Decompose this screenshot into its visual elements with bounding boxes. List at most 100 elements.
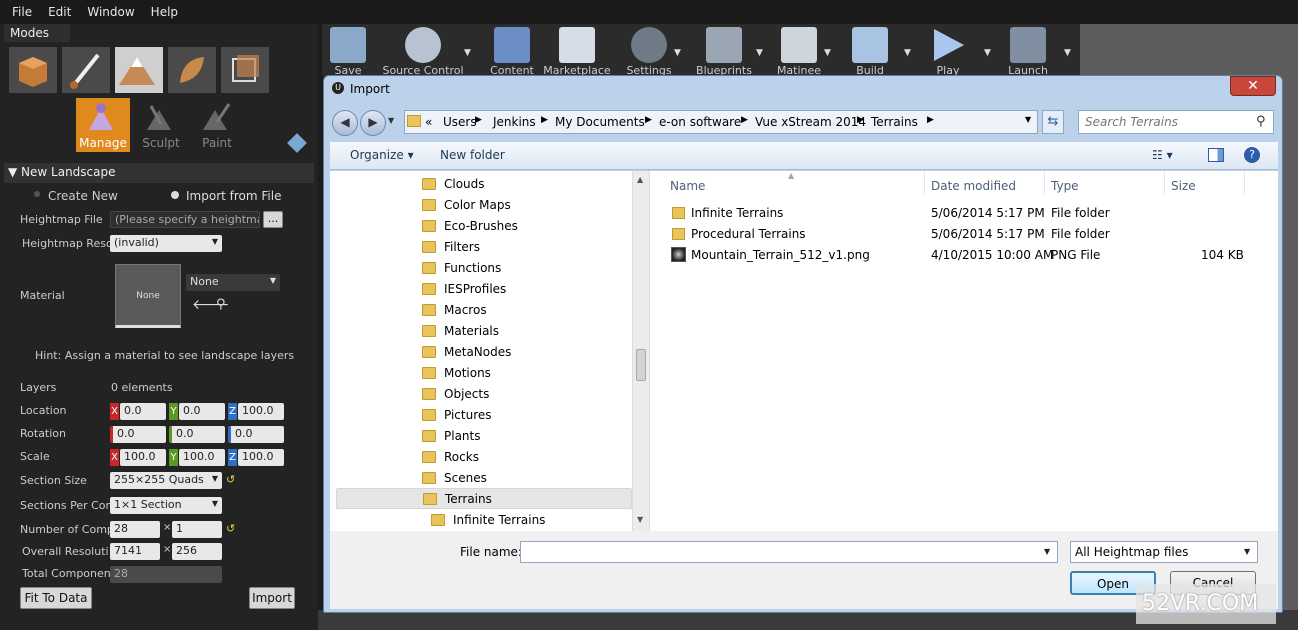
- back-button[interactable]: ◀: [332, 110, 358, 136]
- breadcrumb-jenkins[interactable]: Jenkins: [493, 115, 536, 129]
- navigation-scrollbar[interactable]: ▲ ▼: [632, 171, 649, 531]
- breadcrumb-separator[interactable]: ▶: [475, 115, 482, 125]
- nav-item-clouds[interactable]: Clouds: [422, 173, 485, 194]
- rotation-roll-input[interactable]: 0.0: [110, 426, 166, 443]
- geometry-mode-button[interactable]: [220, 46, 270, 94]
- content-button[interactable]: Content: [484, 24, 540, 77]
- place-mode-button[interactable]: [8, 46, 58, 94]
- nav-item-filters[interactable]: Filters: [422, 236, 480, 257]
- refresh-button[interactable]: ⇆: [1042, 110, 1064, 134]
- breadcrumb-separator[interactable]: ▶: [645, 115, 652, 125]
- new-folder-button[interactable]: New folder: [440, 148, 505, 162]
- breadcrumb-eon-software[interactable]: e-on software: [659, 115, 741, 129]
- modes-tab[interactable]: Modes: [4, 24, 70, 42]
- material-thumbnail[interactable]: None: [115, 264, 181, 328]
- file-type-dropdown-icon[interactable]: ▼: [1244, 547, 1250, 556]
- matinee-button[interactable]: Matinee: [772, 24, 826, 77]
- nav-item-rocks[interactable]: Rocks: [422, 446, 479, 467]
- scale-y-input[interactable]: 100.0: [179, 449, 225, 466]
- column-size[interactable]: Size: [1171, 179, 1196, 193]
- browse-search-icon[interactable]: ⚲: [216, 297, 226, 312]
- file-type-select[interactable]: All Heightmap files: [1070, 541, 1258, 563]
- nav-item-terrains[interactable]: Terrains: [336, 488, 632, 509]
- breadcrumb-my-documents[interactable]: My Documents: [555, 115, 645, 129]
- breadcrumb-separator[interactable]: ▶: [927, 115, 934, 125]
- launch-button[interactable]: Launch: [1002, 24, 1054, 77]
- nav-item-eco-brushes[interactable]: Eco-Brushes: [422, 215, 518, 236]
- nav-item-color-maps[interactable]: Color Maps: [422, 194, 511, 215]
- scroll-up-icon[interactable]: ▲: [637, 175, 643, 184]
- location-z-input[interactable]: 100.0: [238, 403, 284, 420]
- nav-item-motions[interactable]: Motions: [422, 362, 491, 383]
- breadcrumb-separator[interactable]: ▶: [857, 115, 864, 125]
- save-button[interactable]: Save: [326, 24, 370, 77]
- play-arrow-icon[interactable]: ▼: [984, 48, 991, 58]
- location-x-input[interactable]: 0.0: [120, 403, 166, 420]
- close-button[interactable]: ✕: [1230, 76, 1276, 96]
- file-row[interactable]: Procedural Terrains 5/06/2014 5:17 PM Fi…: [664, 224, 1264, 245]
- forward-button[interactable]: ▶: [360, 110, 386, 136]
- heightmap-file-input[interactable]: (Please specify a heightmap: [110, 211, 260, 228]
- breadcrumb-separator[interactable]: ▶: [541, 115, 548, 125]
- new-landscape-header[interactable]: ▼ New Landscape: [4, 163, 314, 183]
- preview-pane-icon[interactable]: [1208, 148, 1224, 162]
- rotation-pitch-input[interactable]: 0.0: [169, 426, 225, 443]
- blueprints-arrow-icon[interactable]: ▼: [756, 48, 763, 58]
- address-bar[interactable]: « Users ▶ Jenkins ▶ My Documents ▶ e-on …: [404, 110, 1038, 134]
- launch-arrow-icon[interactable]: ▼: [1064, 48, 1071, 58]
- menu-edit[interactable]: Edit: [40, 5, 79, 19]
- nav-item-objects[interactable]: Objects: [422, 383, 489, 404]
- column-divider[interactable]: [1164, 171, 1165, 195]
- menu-help[interactable]: Help: [143, 5, 186, 19]
- nav-item-scenes[interactable]: Scenes: [422, 467, 487, 488]
- build-button[interactable]: Build: [844, 24, 896, 77]
- menu-file[interactable]: File: [4, 5, 40, 19]
- scale-z-input[interactable]: 100.0: [238, 449, 284, 466]
- num-comp-y-input[interactable]: 1: [172, 521, 222, 538]
- nav-item-materials[interactable]: Materials: [422, 320, 499, 341]
- nav-item-metanodes[interactable]: MetaNodes: [422, 341, 511, 362]
- import-button[interactable]: Import: [249, 587, 295, 609]
- sections-per-dropdown[interactable]: 1×1 Section: [110, 497, 222, 514]
- source-control-arrow-icon[interactable]: ▼: [464, 48, 471, 58]
- scale-x-input[interactable]: 100.0: [120, 449, 166, 466]
- heightmap-browse-button[interactable]: ...: [263, 211, 283, 228]
- fit-to-data-button[interactable]: Fit To Data: [20, 587, 92, 609]
- breadcrumb-terrains[interactable]: Terrains: [871, 115, 918, 129]
- num-comp-x-input[interactable]: 28: [110, 521, 160, 538]
- nav-item-macros[interactable]: Macros: [422, 299, 487, 320]
- settings-button[interactable]: Settings: [620, 24, 678, 77]
- location-y-input[interactable]: 0.0: [179, 403, 225, 420]
- manage-tool[interactable]: Manage: [76, 98, 130, 152]
- nav-item-functions[interactable]: Functions: [422, 257, 501, 278]
- matinee-arrow-icon[interactable]: ▼: [824, 48, 831, 58]
- breadcrumb-separator[interactable]: ▶: [741, 115, 748, 125]
- settings-arrow-icon[interactable]: ▼: [674, 48, 681, 58]
- overall-res-y-input[interactable]: 256: [172, 543, 222, 560]
- paint-mode-button[interactable]: [61, 46, 111, 94]
- heightmap-res-dropdown[interactable]: (invalid): [110, 235, 222, 252]
- nav-item-plants[interactable]: Plants: [422, 425, 481, 446]
- scroll-down-icon[interactable]: ▼: [637, 515, 643, 524]
- address-dropdown-icon[interactable]: ▼: [1025, 115, 1031, 124]
- blueprints-button[interactable]: Blueprints: [692, 24, 756, 77]
- breadcrumb-vue-xstream[interactable]: Vue xStream 2014: [755, 115, 866, 129]
- breadcrumb-users[interactable]: Users: [443, 115, 477, 129]
- landscape-mode-button[interactable]: [114, 46, 164, 94]
- marketplace-button[interactable]: Marketplace: [542, 24, 612, 77]
- sculpt-tool[interactable]: Sculpt: [134, 98, 188, 152]
- create-new-radio[interactable]: [34, 191, 40, 197]
- column-divider[interactable]: [1244, 171, 1245, 195]
- import-from-file-radio[interactable]: [171, 191, 179, 199]
- file-name-input[interactable]: [520, 541, 1058, 563]
- organize-button[interactable]: Organize ▾: [350, 148, 414, 162]
- paint-tool[interactable]: Paint: [190, 98, 244, 152]
- menu-window[interactable]: Window: [79, 5, 142, 19]
- breadcrumb-overflow[interactable]: «: [425, 115, 432, 129]
- scroll-thumb[interactable]: [636, 349, 646, 381]
- views-button[interactable]: ☷ ▾: [1152, 148, 1173, 162]
- file-row[interactable]: Infinite Terrains 5/06/2014 5:17 PM File…: [664, 203, 1264, 224]
- rotation-yaw-input[interactable]: 0.0: [228, 426, 284, 443]
- reset-section-size-icon[interactable]: ↺: [226, 473, 235, 486]
- source-control-button[interactable]: Source Control: [376, 24, 470, 77]
